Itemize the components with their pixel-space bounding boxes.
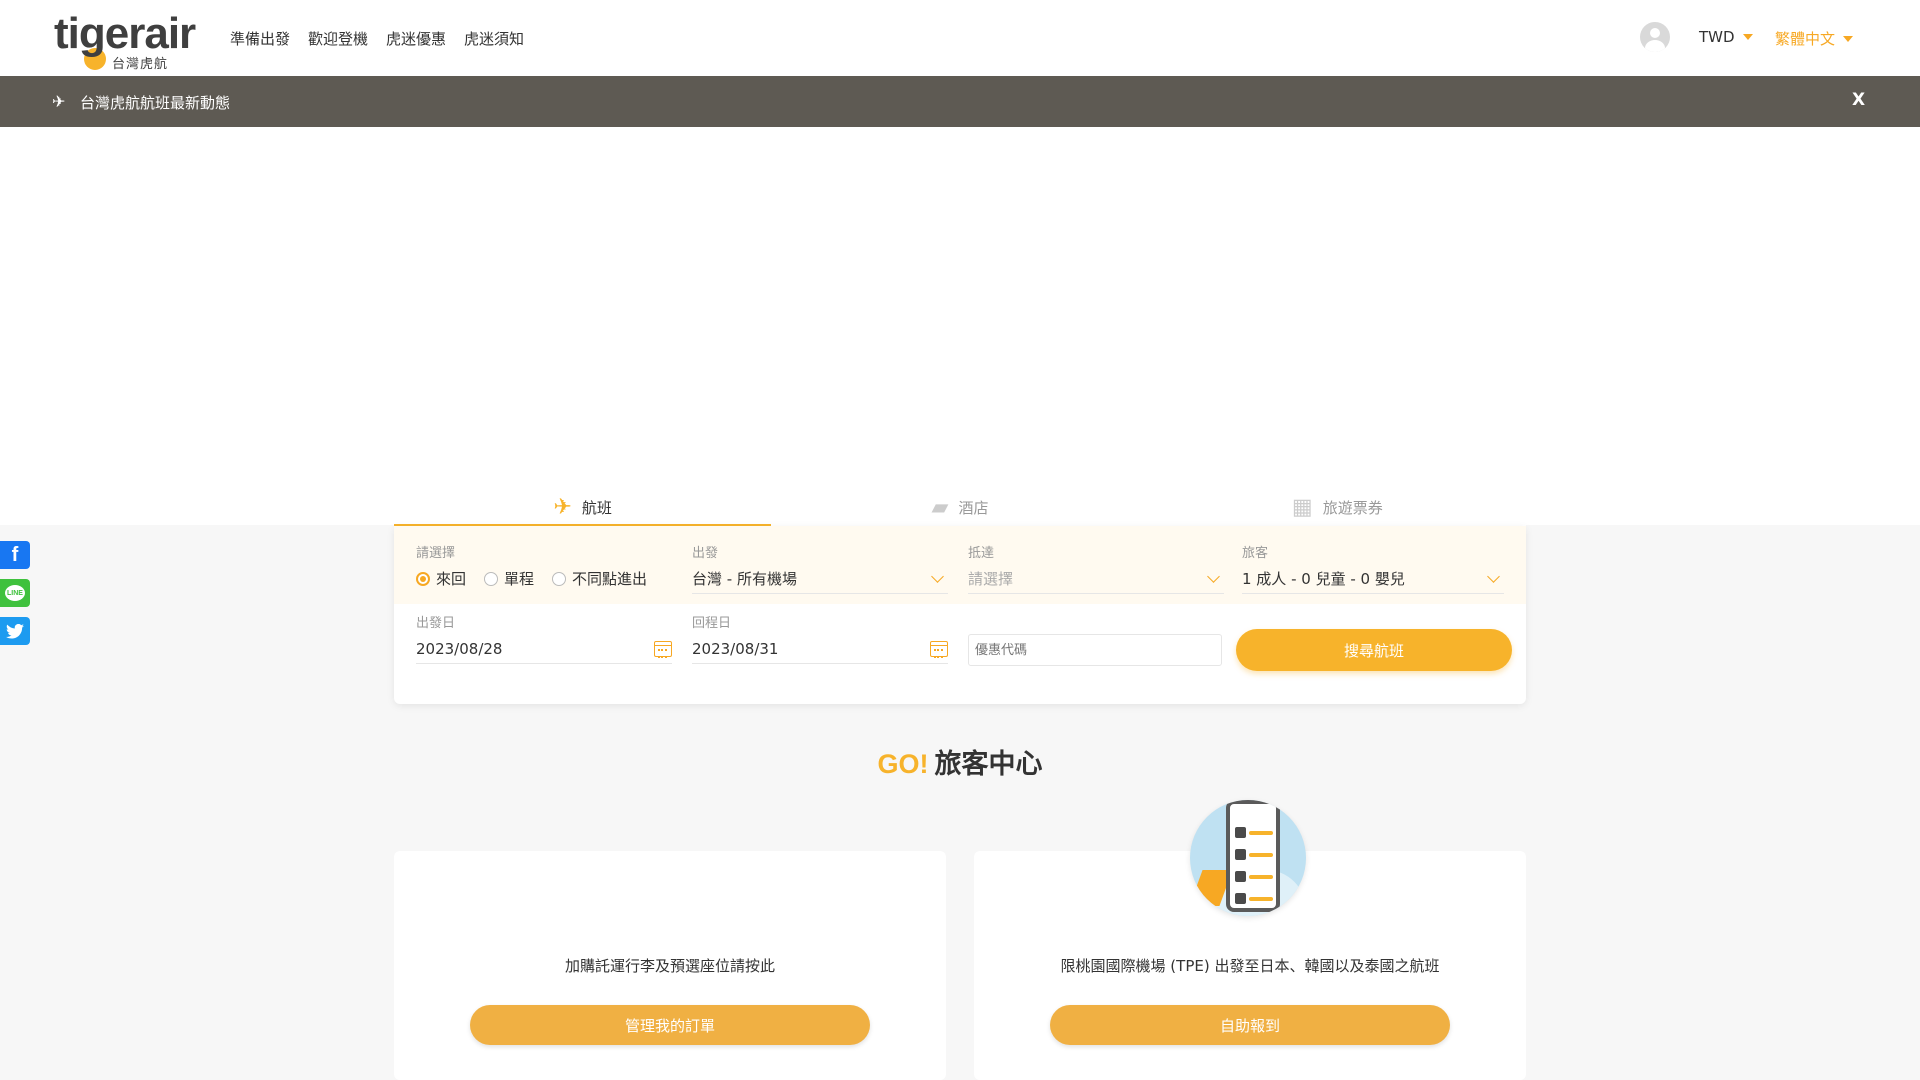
notice-link[interactable]: 台灣虎航航班最新動態 (80, 92, 230, 113)
origin-select[interactable]: 台灣 - 所有機場 (692, 564, 948, 594)
caret-down-icon (1843, 35, 1854, 42)
currency-selector[interactable]: TWD (1699, 28, 1753, 46)
radio-selected-icon (416, 571, 430, 586)
nav-item-prepare[interactable]: 準備出發 (230, 28, 290, 49)
facebook-share-icon[interactable]: f (0, 541, 30, 569)
manage-booking-button[interactable]: 管理我的訂單 (470, 1005, 870, 1045)
manage-booking-description: 加購託運行李及預選座位請按此 (564, 957, 775, 975)
passengers-select[interactable]: 1 成人 - 0 兒童 - 0 嬰兒 (1242, 564, 1504, 594)
trip-type-multicity-label: 不同點進出 (572, 570, 648, 588)
calendar-icon (930, 640, 948, 658)
origin-value: 台灣 - 所有機場 (692, 570, 797, 588)
trip-type-multicity[interactable]: 不同點進出 (552, 568, 647, 589)
airplane-icon: ✈ (553, 494, 572, 520)
flight-status-notice: ✈ 台灣虎航航班最新動態 X (0, 76, 1920, 127)
ticket-icon: ▦ (1291, 494, 1313, 520)
chevron-down-icon (1487, 570, 1500, 583)
return-date-input[interactable]: 2023/08/31 (692, 634, 948, 664)
hero-banner (0, 127, 1920, 525)
trip-type-label: 請選擇 (416, 546, 456, 561)
twitter-bird-icon (6, 623, 24, 639)
go-title-text: 旅客中心 (934, 749, 1043, 780)
currency-label: TWD (1699, 28, 1735, 46)
passengers-label: 旅客 (1242, 546, 1269, 561)
tab-hotel[interactable]: ▰ 酒店 (771, 488, 1148, 526)
return-date-value: 2023/08/31 (692, 639, 779, 658)
tab-tickets-label: 旅遊票券 (1322, 498, 1383, 517)
flight-search-form: 請選擇 來回 單程 不同點進出 出發 台灣 - 所有機場 抵達 請選擇 旅客 1… (394, 526, 1526, 704)
logo-subtitle: 台灣虎航 (112, 57, 169, 72)
airplane-icon: ✈ (52, 92, 66, 111)
user-avatar-icon[interactable] (1640, 22, 1670, 52)
phone-icon (1226, 800, 1280, 912)
origin-label: 出發 (692, 546, 719, 561)
tab-flight-label: 航班 (581, 498, 612, 517)
mobile-checkin-illustration (1190, 800, 1306, 916)
depart-date-input[interactable]: 2023/08/28 (416, 634, 672, 664)
line-share-icon[interactable]: LINE (0, 579, 30, 607)
manage-booking-card: 加購託運行李及預選座位請按此 管理我的訂單 (394, 851, 946, 1080)
tab-flight[interactable]: ✈ 航班 (394, 488, 772, 526)
language-label: 繁體中文 (1775, 30, 1836, 48)
main-nav: 準備出發 歡迎登機 虎迷優惠 虎迷須知 (230, 28, 524, 49)
online-checkin-button[interactable]: 自助報到 (1050, 1005, 1450, 1045)
booking-tabs: ✈ 航班 ▰ 酒店 ▦ 旅遊票券 (394, 488, 1526, 526)
close-notice-button[interactable]: X (1852, 90, 1865, 110)
tigerair-logo[interactable]: tigerair 台灣虎航 (54, 8, 204, 72)
return-date-label: 回程日 (692, 616, 732, 631)
nav-item-offers[interactable]: 虎迷優惠 (386, 28, 446, 49)
online-checkin-description: 限桃園國際機場 (TPE) 出發至日本、韓國以及泰國之航班 (1060, 957, 1440, 975)
trip-type-oneway[interactable]: 單程 (484, 568, 534, 589)
trip-type-roundtrip[interactable]: 來回 (416, 568, 466, 589)
depart-date-value: 2023/08/28 (416, 639, 503, 658)
calendar-icon (654, 640, 672, 658)
depart-date-label: 出發日 (416, 616, 456, 631)
nav-item-boarding[interactable]: 歡迎登機 (308, 28, 368, 49)
trip-type-group: 來回 單程 不同點進出 (416, 568, 647, 589)
go-title-accent: GO! (877, 749, 929, 779)
chevron-down-icon (1207, 570, 1220, 583)
bed-icon: ▰ (931, 494, 949, 520)
trip-type-oneway-label: 單程 (504, 570, 535, 588)
nav-item-notice[interactable]: 虎迷須知 (464, 28, 524, 49)
tab-hotel-label: 酒店 (958, 498, 989, 517)
chevron-down-icon (931, 570, 944, 583)
trip-type-roundtrip-label: 來回 (436, 570, 467, 588)
tab-tickets[interactable]: ▦ 旅遊票券 (1149, 488, 1526, 526)
radio-icon (484, 571, 499, 586)
radio-icon (552, 571, 567, 586)
promo-code-input[interactable] (968, 634, 1222, 666)
language-selector[interactable]: 繁體中文 (1775, 28, 1854, 49)
destination-value: 請選擇 (968, 570, 1014, 588)
twitter-share-icon[interactable] (0, 617, 30, 645)
passengers-value: 1 成人 - 0 兒童 - 0 嬰兒 (1242, 570, 1405, 588)
traveler-center-title: GO! 旅客中心 (0, 742, 1920, 781)
destination-label: 抵達 (968, 546, 995, 561)
search-flights-button[interactable]: 搜尋航班 (1236, 629, 1512, 671)
site-header: tigerair 台灣虎航 準備出發 歡迎登機 虎迷優惠 虎迷須知 TWD 繁體… (0, 0, 1920, 76)
destination-select[interactable]: 請選擇 (968, 564, 1224, 594)
caret-down-icon (1742, 34, 1753, 40)
